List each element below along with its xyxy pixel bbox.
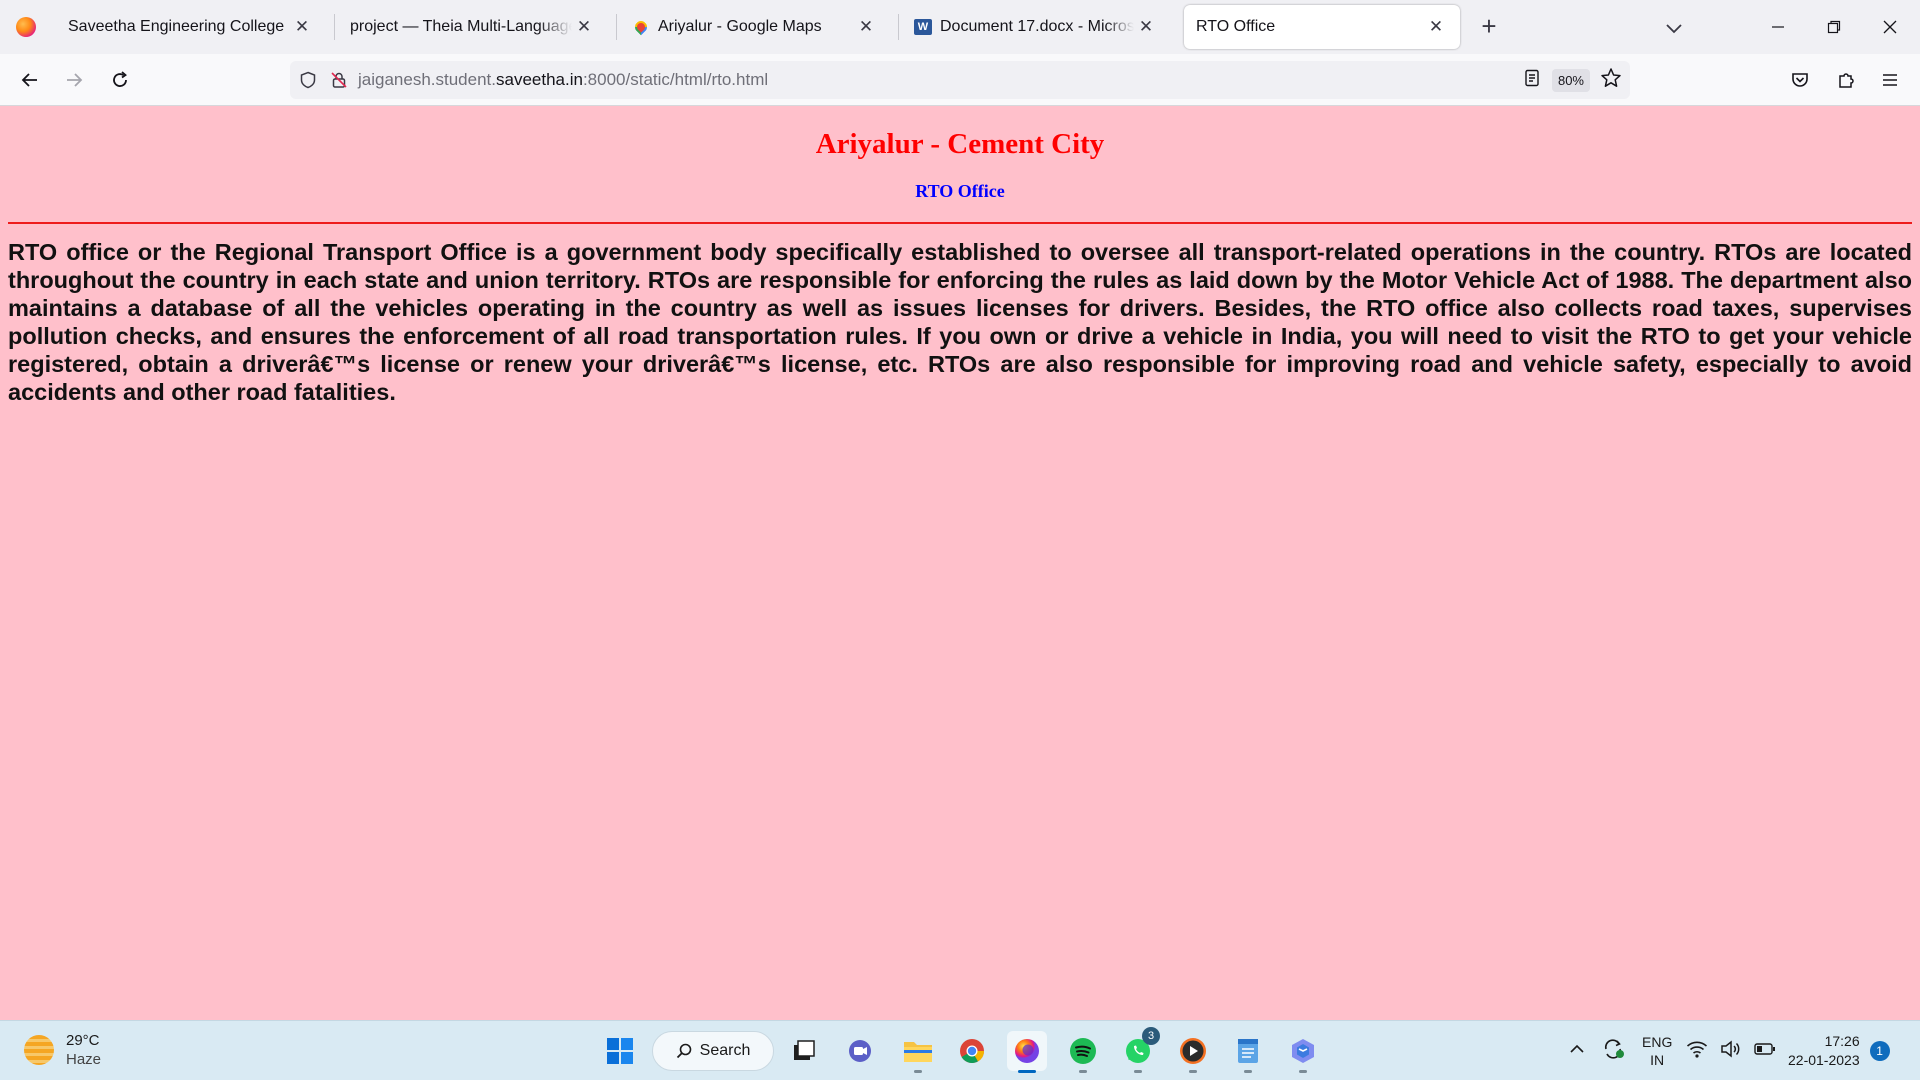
wifi-icon[interactable] — [1686, 1040, 1708, 1063]
url-bar[interactable]: jaiganesh.student.saveetha.in:8000/stati… — [290, 61, 1630, 99]
tab-strip: Saveetha Engineering College ✕ project —… — [0, 0, 1920, 54]
restore-icon[interactable] — [1806, 0, 1862, 54]
whatsapp-unread-badge: 3 — [1142, 1027, 1160, 1045]
teams-chat-icon[interactable] — [840, 1031, 880, 1071]
taskbar-search-button[interactable]: Search — [652, 1031, 774, 1071]
notepad-icon[interactable] — [1228, 1031, 1268, 1073]
spotify-icon[interactable] — [1063, 1031, 1103, 1073]
chevron-down-icon[interactable] — [1660, 14, 1688, 42]
battery-icon[interactable] — [1754, 1042, 1776, 1061]
vscode-icon[interactable] — [1283, 1031, 1323, 1073]
close-icon[interactable]: ✕ — [1134, 17, 1158, 37]
horizontal-rule — [8, 222, 1912, 224]
close-icon[interactable]: ✕ — [1424, 17, 1448, 37]
rto-description-paragraph: RTO office or the Regional Transport Off… — [8, 239, 1912, 405]
extensions-puzzle-icon[interactable] — [1830, 64, 1862, 96]
minimize-icon[interactable] — [1750, 0, 1806, 54]
clock-date: 22-01-2023 — [1788, 1052, 1860, 1068]
url-text[interactable]: jaiganesh.student.saveetha.in:8000/stati… — [358, 70, 768, 90]
tab-rto-office[interactable]: RTO Office ✕ — [1184, 5, 1460, 49]
weather-temperature: 29°C — [66, 1032, 100, 1049]
tab-separator — [334, 14, 335, 40]
tab-title: RTO Office — [1196, 18, 1276, 35]
tab-word-document[interactable]: W Document 17.docx - Microsoft W ✕ — [902, 5, 1170, 49]
chrome-icon[interactable] — [952, 1031, 992, 1071]
close-window-icon[interactable] — [1862, 0, 1918, 54]
media-player-icon[interactable] — [1173, 1031, 1213, 1073]
back-arrow-icon[interactable] — [14, 64, 46, 96]
chevron-up-icon[interactable] — [1568, 1040, 1586, 1063]
hamburger-menu-icon[interactable] — [1874, 64, 1906, 96]
word-icon: W — [914, 18, 932, 36]
navigation-bar: jaiganesh.student.saveetha.in:8000/stati… — [0, 54, 1920, 106]
weather-condition: Haze — [66, 1051, 102, 1068]
search-icon — [676, 1043, 691, 1059]
language-indicator[interactable]: ENG IN — [1642, 1033, 1672, 1069]
tab-theia[interactable]: project — Theia Multi-Language Ex ✕ — [338, 5, 608, 49]
tab-title: project — Theia Multi-Language Ex — [350, 18, 572, 35]
web-page-content: Ariyalur - Cement City RTO Office RTO of… — [0, 106, 1920, 1020]
close-icon[interactable]: ✕ — [572, 17, 596, 37]
firefox-taskbar-icon[interactable] — [1007, 1031, 1047, 1073]
haze-weather-icon — [24, 1035, 54, 1065]
file-explorer-icon[interactable] — [898, 1031, 938, 1073]
new-tab-button[interactable]: + — [1474, 12, 1504, 42]
insecure-lock-icon[interactable] — [326, 61, 352, 99]
star-bookmark-icon[interactable] — [1600, 67, 1622, 94]
system-clock[interactable]: 17:26 22-01-2023 — [1788, 1032, 1860, 1070]
page-subtitle: RTO Office — [915, 181, 1005, 201]
tab-saveetha[interactable]: Saveetha Engineering College ✕ — [56, 5, 326, 49]
tab-separator — [616, 14, 617, 40]
windows-start-icon[interactable] — [600, 1031, 640, 1071]
whatsapp-icon[interactable]: 3 — [1118, 1027, 1160, 1073]
sync-icon[interactable] — [1602, 1038, 1626, 1065]
windows-taskbar: 29°C Haze Search 3 ENG IN 17:26 22-01-20… — [0, 1020, 1920, 1080]
close-icon[interactable]: ✕ — [854, 17, 878, 37]
map-pin-icon — [632, 18, 650, 36]
reload-icon[interactable] — [104, 64, 136, 96]
reader-view-icon[interactable] — [1522, 68, 1542, 93]
page-title: Ariyalur - Cement City — [815, 128, 1105, 160]
weather-widget[interactable]: 29°C Haze — [24, 1031, 101, 1069]
pocket-icon[interactable] — [1784, 64, 1816, 96]
close-icon[interactable]: ✕ — [290, 17, 314, 37]
notification-badge[interactable]: 1 — [1869, 1041, 1890, 1061]
tab-google-maps[interactable]: Ariyalur - Google Maps ✕ — [620, 5, 890, 49]
forward-arrow-icon[interactable] — [58, 64, 90, 96]
task-view-icon[interactable] — [784, 1031, 824, 1071]
tab-title: Saveetha Engineering College — [68, 18, 285, 35]
firefox-logo-icon[interactable] — [0, 0, 52, 54]
clock-time: 17:26 — [1824, 1033, 1860, 1049]
volume-icon[interactable] — [1720, 1039, 1742, 1063]
tab-title: Document 17.docx - Microsoft W — [940, 18, 1134, 35]
shield-icon[interactable] — [290, 61, 326, 99]
search-label: Search — [699, 1042, 751, 1059]
zoom-level-button[interactable]: 80% — [1551, 68, 1590, 92]
tab-title: Ariyalur - Google Maps — [658, 18, 822, 35]
tab-separator — [898, 14, 899, 40]
